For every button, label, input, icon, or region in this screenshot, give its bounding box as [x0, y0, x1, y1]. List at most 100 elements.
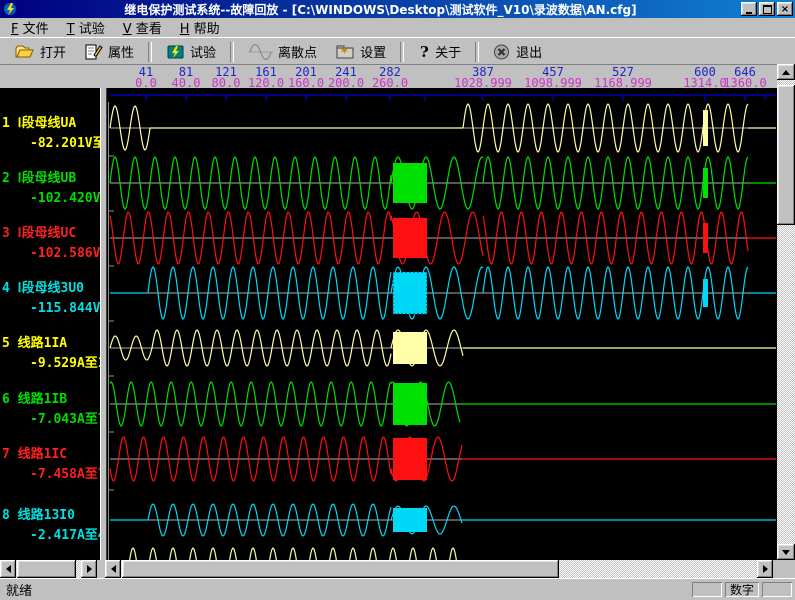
channel-8-name: 8 线路13I0	[2, 508, 75, 523]
waveform-channel-9	[128, 548, 460, 560]
properties-icon	[84, 44, 103, 60]
minimize-button[interactable]	[741, 2, 757, 16]
scroll-down-button[interactable]	[777, 544, 795, 560]
label-scroll-right-button[interactable]	[81, 560, 97, 578]
menu-item-帮助[interactable]: H 帮助	[171, 17, 229, 38]
menu-label: 试验	[75, 22, 105, 37]
menu-label: 帮助	[190, 22, 220, 37]
channel-5-name: 5 线路1IA	[2, 336, 67, 351]
time-ruler[interactable]: 410.08140.012180.0161120.0201160.0241200…	[0, 64, 777, 89]
gap-marker-block-ch2[interactable]	[393, 163, 427, 203]
toolbar-button-label: 打开	[40, 42, 66, 61]
ruler-tick-line	[110, 95, 776, 101]
waveform-area[interactable]: 1 Ⅰ段母线UA-82.201V至82 Ⅰ段母线UB-102.420V至3 Ⅰ段…	[0, 88, 777, 560]
gap-marker-block-ch7[interactable]	[393, 438, 427, 480]
waveform-channel-8	[110, 504, 776, 536]
waveform-canvas[interactable]	[108, 88, 776, 560]
wave-scroll-left-button[interactable]	[105, 560, 121, 578]
window-title: 继电保护测试系统--故障回放 - [C:\WINDOWS\Desktop\测试软…	[20, 1, 741, 18]
channel-3-name: 3 Ⅰ段母线UC	[2, 226, 76, 241]
scrollbar-splitter[interactable]	[97, 560, 105, 578]
left-arrow-icon	[111, 565, 116, 573]
menu-label: 文件	[18, 22, 48, 37]
toolbar-button-label: 离散点	[278, 42, 317, 61]
scrollbar-corner	[777, 560, 795, 578]
app-lightning-icon	[3, 2, 17, 16]
exit-button[interactable]: 退出	[484, 40, 551, 63]
app-window: { "window": { "title": "继电保护测试系统--故障回放 -…	[0, 0, 795, 599]
channel-8-range: -2.417A至4.	[2, 528, 100, 543]
channel-7-range: -7.458A至7.	[2, 467, 100, 482]
toolbar-separator	[400, 42, 404, 62]
restore-button[interactable]	[759, 2, 775, 16]
gap-marker-block-ch6[interactable]	[393, 383, 427, 425]
channel-7-name: 7 线路1IC	[2, 447, 67, 462]
status-panels: 数字	[692, 582, 795, 597]
gap-marker-block-ch5[interactable]	[393, 332, 427, 364]
properties-button[interactable]: 属性	[75, 40, 143, 63]
title-bar[interactable]: 继电保护测试系统--故障回放 - [C:\WINDOWS\Desktop\测试软…	[0, 0, 795, 18]
toolbar-separator	[148, 42, 152, 62]
toolbar-separator	[230, 42, 234, 62]
test-lightning-icon	[166, 44, 185, 60]
toolbar-button-label: 关于	[435, 42, 461, 61]
gap-marker-block-ch4[interactable]	[393, 272, 427, 314]
sine-wave-icon	[248, 44, 273, 60]
channel-4-name: 4 Ⅰ段母线3U0	[2, 281, 84, 296]
gap-marker-block-ch8[interactable]	[393, 508, 427, 532]
down-arrow-icon	[782, 550, 790, 555]
channel-6-range: -7.043A至7.	[2, 412, 100, 427]
label-scrollbar[interactable]	[0, 560, 97, 578]
discrete-points-button[interactable]: 离散点	[239, 40, 326, 63]
channel-6-name: 6 线路1IB	[2, 392, 67, 407]
about-button[interactable]: ? 关于	[409, 40, 470, 63]
cursor-bar-ch1[interactable]	[703, 110, 708, 146]
cursor-bar-ch3[interactable]	[703, 223, 708, 253]
menu-bar: F 文件T 试验V 查看H 帮助	[0, 18, 795, 37]
toolbar-button-label: 退出	[516, 42, 542, 61]
wave-scroll-right-button[interactable]	[757, 560, 773, 578]
test-button[interactable]: 试验	[157, 40, 225, 63]
toolbar-separator	[475, 42, 479, 62]
waveform-channel-1	[110, 104, 776, 152]
waveform-scrollbar[interactable]	[105, 560, 773, 578]
cursor-bar-ch4[interactable]	[703, 279, 708, 307]
menu-accelerator: T	[67, 22, 75, 37]
vscroll-thumb[interactable]	[777, 85, 795, 225]
close-button[interactable]: ×	[777, 2, 793, 16]
channel-5-range: -9.529A至14	[2, 356, 100, 371]
menu-label: 查看	[132, 22, 162, 37]
menu-accelerator: V	[123, 22, 132, 37]
status-bar: 就绪 数字	[0, 578, 795, 600]
question-mark-icon: ?	[418, 44, 430, 60]
svg-text:*: *	[341, 46, 348, 60]
open-folder-icon	[15, 44, 35, 60]
svg-text:?: ?	[420, 44, 429, 60]
menu-item-文件[interactable]: F 文件	[2, 17, 58, 38]
wave-scroll-thumb[interactable]	[122, 560, 559, 578]
menu-item-查看[interactable]: V 查看	[114, 17, 171, 38]
open-button[interactable]: 打开	[6, 40, 75, 63]
minimize-icon	[746, 12, 752, 14]
channel-1-range: -82.201V至8	[2, 136, 100, 151]
cursor-bar-ch2[interactable]	[703, 168, 708, 198]
waveform-channel-2	[110, 157, 776, 209]
status-num-indicator: 数字	[725, 582, 759, 597]
exit-icon	[493, 44, 511, 60]
menu-item-试验[interactable]: T 试验	[58, 17, 114, 38]
channel-label-panel: 1 Ⅰ段母线UA-82.201V至82 Ⅰ段母线UB-102.420V至3 Ⅰ段…	[0, 88, 100, 560]
waveform-channel-4	[110, 267, 776, 319]
gap-marker-block-ch3[interactable]	[393, 218, 427, 258]
panel-splitter[interactable]	[100, 88, 107, 560]
waveform-channel-7	[110, 437, 776, 481]
label-scroll-thumb[interactable]	[17, 560, 76, 578]
right-arrow-icon	[763, 565, 768, 573]
channel-4-range: -115.844V至	[2, 301, 100, 316]
status-text: 就绪	[0, 580, 692, 599]
label-scroll-left-button[interactable]	[0, 560, 16, 578]
right-arrow-icon	[87, 565, 92, 573]
vertical-scrollbar[interactable]	[777, 64, 795, 560]
settings-button[interactable]: *设置	[326, 40, 395, 63]
restore-icon	[763, 5, 772, 14]
scroll-up-button[interactable]	[777, 64, 795, 80]
